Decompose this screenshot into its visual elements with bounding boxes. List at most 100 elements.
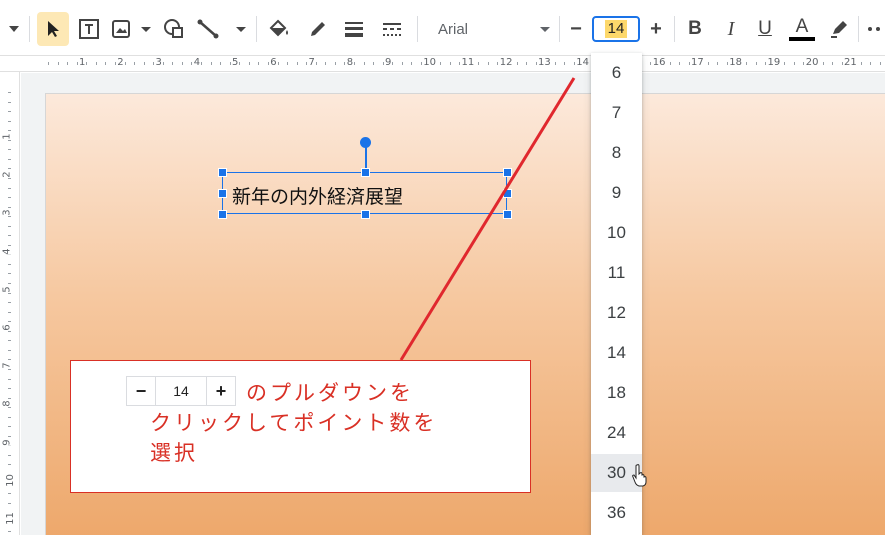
font-size-option[interactable]: 8 xyxy=(591,134,642,172)
ruler-tick xyxy=(8,531,11,533)
hand-cursor-icon xyxy=(632,464,647,487)
ruler-tick xyxy=(67,62,69,65)
ruler-tick xyxy=(210,62,212,65)
ruler-tick xyxy=(134,62,136,65)
font-size-option[interactable]: 12 xyxy=(591,294,642,332)
underline-button[interactable]: U xyxy=(752,12,778,46)
ruler-number: 4 xyxy=(1,247,13,255)
ruler-tick xyxy=(48,62,49,65)
font-size-option[interactable]: 11 xyxy=(591,254,642,292)
font-size-option[interactable]: 24 xyxy=(591,414,642,452)
image-icon[interactable] xyxy=(108,12,154,46)
ruler-tick xyxy=(8,158,11,160)
font-size-option[interactable]: 18 xyxy=(591,374,642,412)
ruler-number: 21 xyxy=(844,57,857,68)
ruler-tick xyxy=(8,206,11,208)
ruler-tick xyxy=(306,62,308,65)
ruler-tick xyxy=(201,62,202,65)
toolbar-divider xyxy=(256,16,257,42)
resize-handle-w[interactable] xyxy=(218,189,227,198)
ruler-tick xyxy=(832,62,834,65)
font-size-option[interactable]: 9 xyxy=(591,174,642,212)
font-size-option[interactable]: 6 xyxy=(591,54,642,92)
font-size-input[interactable]: 14 xyxy=(592,16,640,42)
ruler-tick xyxy=(679,62,681,65)
resize-handle-n[interactable] xyxy=(361,168,370,177)
border-dash-icon[interactable] xyxy=(377,12,407,46)
ruler-tick xyxy=(8,330,11,332)
ruler-tick xyxy=(497,62,499,65)
ruler-tick xyxy=(746,62,748,65)
font-size-option[interactable]: 7 xyxy=(591,94,642,132)
resize-handle-sw[interactable] xyxy=(218,210,227,219)
horizontal-ruler: 123456789101112131415161718192021 xyxy=(0,56,885,72)
font-size-option[interactable]: 36 xyxy=(591,494,642,532)
ruler-tick xyxy=(478,62,480,65)
font-size-stepper-illustration: − 14 + xyxy=(126,376,236,406)
ruler-number: 12 xyxy=(499,57,513,68)
ruler-tick xyxy=(325,62,327,65)
ruler-tick xyxy=(57,62,59,65)
stepper-plus: + xyxy=(215,380,227,401)
font-family-select[interactable]: Arial xyxy=(428,12,556,46)
text-box-icon[interactable] xyxy=(73,12,105,46)
ruler-tick xyxy=(8,340,11,342)
ruler-number: 18 xyxy=(729,57,742,68)
ruler-tick xyxy=(8,225,11,227)
shape-icon[interactable] xyxy=(158,12,190,46)
ruler-number: 17 xyxy=(691,57,704,68)
border-weight-icon[interactable] xyxy=(339,12,369,46)
font-size-value: 14 xyxy=(604,20,628,38)
ruler-tick xyxy=(8,177,11,179)
ruler-number: 9 xyxy=(1,438,13,446)
ruler-tick xyxy=(8,321,11,323)
italic-button[interactable]: I xyxy=(718,12,744,46)
ruler-tick xyxy=(8,349,11,351)
fill-color-icon[interactable] xyxy=(265,12,295,46)
ruler-tick xyxy=(449,62,451,65)
ruler-number: 16 xyxy=(652,57,666,68)
resize-handle-nw[interactable] xyxy=(218,168,227,177)
ruler-tick xyxy=(784,62,786,65)
highlight-icon[interactable] xyxy=(825,12,853,46)
line-icon[interactable] xyxy=(194,12,250,46)
rotation-handle[interactable] xyxy=(360,137,371,148)
font-size-option[interactable]: 14 xyxy=(591,334,642,372)
text-color-button[interactable]: A xyxy=(787,12,817,46)
ruler-tick xyxy=(535,62,537,65)
ruler-tick xyxy=(8,120,11,122)
ruler-tick xyxy=(8,283,11,284)
bold-button[interactable]: B xyxy=(682,12,708,46)
ruler-tick xyxy=(822,62,824,65)
chevron-down-icon[interactable] xyxy=(4,12,24,46)
ruler-tick xyxy=(105,62,107,65)
font-size-increase-button[interactable]: + xyxy=(643,12,669,46)
ruler-tick xyxy=(707,62,709,65)
ruler-tick xyxy=(143,62,145,65)
ruler-tick xyxy=(459,62,461,65)
ruler-tick xyxy=(688,62,690,65)
font-size-decrease-button[interactable]: − xyxy=(563,12,589,46)
ruler-tick xyxy=(526,62,528,65)
ruler-tick xyxy=(564,62,566,65)
resize-handle-ne[interactable] xyxy=(503,168,512,177)
ruler-tick xyxy=(8,407,11,409)
ruler-tick xyxy=(114,62,116,65)
ruler-tick xyxy=(8,130,11,132)
resize-handle-se[interactable] xyxy=(503,210,512,219)
resize-handle-s[interactable] xyxy=(361,210,370,219)
ruler-tick xyxy=(334,62,336,65)
border-color-icon[interactable] xyxy=(303,12,333,46)
ruler-tick xyxy=(8,149,11,151)
ruler-tick xyxy=(8,111,11,113)
select-arrow-icon[interactable] xyxy=(37,12,69,46)
more-icon[interactable] xyxy=(864,12,884,46)
text-box-content[interactable]: 新年の内外経済展望 xyxy=(232,182,403,209)
ruler-tick xyxy=(8,197,11,199)
font-size-option[interactable]: 10 xyxy=(591,214,642,252)
resize-handle-e[interactable] xyxy=(503,189,512,198)
ruler-tick xyxy=(8,168,11,170)
font-family-value: Arial xyxy=(438,20,469,38)
ruler-tick xyxy=(8,139,11,141)
ruler-tick xyxy=(717,62,719,65)
